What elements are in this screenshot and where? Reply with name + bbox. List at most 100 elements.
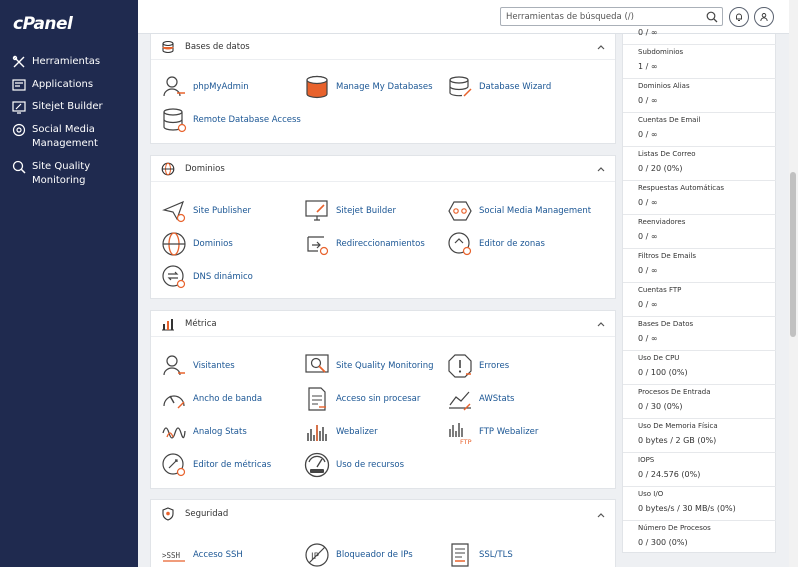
chevron-up-icon[interactable] xyxy=(595,319,607,329)
sidebar-item-herramientas[interactable]: Herramientas xyxy=(12,55,100,69)
stat-value: 0 bytes/s / 30 MB/s (0%) xyxy=(638,504,736,513)
item-label: Visitantes xyxy=(193,361,235,371)
item-site-quality-monitoring[interactable]: Site Quality Monitoring xyxy=(304,353,434,379)
item-resource-usage[interactable]: Uso de recursos xyxy=(304,452,404,478)
item-label: Webalizer xyxy=(336,427,378,437)
item-visitors[interactable]: Visitantes xyxy=(161,353,235,379)
sidebar-item-label: Applications xyxy=(32,79,94,90)
item-remote-db[interactable]: Remote Database Access xyxy=(161,107,301,133)
stat-value: 0 / ∞ xyxy=(638,266,658,275)
item-label: FTP Webalizer xyxy=(479,427,539,437)
item-label: Database Wizard xyxy=(479,82,552,92)
sidebar-item-label: Social Media Management xyxy=(32,124,98,149)
stat-value: 0 / ∞ xyxy=(638,198,658,207)
stat-label: Número De Procesos xyxy=(638,524,711,532)
quality-icon xyxy=(12,160,26,174)
chevron-up-icon[interactable] xyxy=(595,510,607,520)
sidebar-item-applications[interactable]: Applications xyxy=(12,78,93,92)
chevron-up-icon[interactable] xyxy=(595,42,607,52)
stat-row: Bases De Datos 0 / ∞ xyxy=(623,317,776,351)
item-site-publisher[interactable]: Site Publisher xyxy=(161,198,251,224)
item-raw-access[interactable]: Acceso sin procesar xyxy=(304,386,420,412)
stat-label: Listas De Correo xyxy=(638,150,696,158)
stat-value: 0 / ∞ xyxy=(638,28,658,37)
section-title: Métrica xyxy=(185,318,217,329)
stat-row: Uso De CPU 0 / 100 (0%) xyxy=(623,351,776,385)
stat-row: Subdominios 1 / ∞ xyxy=(623,45,776,79)
item-errors[interactable]: Errores xyxy=(447,353,509,379)
item-metrics-editor[interactable]: Editor de métricas xyxy=(161,452,271,478)
phpmyadmin-icon xyxy=(163,76,185,97)
item-sitejet-builder[interactable]: Sitejet Builder xyxy=(304,198,396,224)
chevron-up-icon[interactable] xyxy=(595,164,607,174)
item-redirects[interactable]: Redireccionamientos xyxy=(304,231,425,257)
apps-icon xyxy=(12,79,26,91)
section-databases: Bases de datos phpMyAdmin Manage My Data… xyxy=(150,34,616,144)
stat-label: Bases De Datos xyxy=(638,320,694,328)
domains-icon xyxy=(162,232,186,256)
item-zone-editor[interactable]: Editor de zonas xyxy=(447,231,545,257)
item-label: AWStats xyxy=(479,394,515,404)
item-ssl-tls[interactable]: SSL/TLS xyxy=(447,542,513,567)
site-publisher-icon xyxy=(162,200,186,223)
svg-text:FTP: FTP xyxy=(460,438,472,445)
stat-label: Filtros De Emails xyxy=(638,252,697,260)
stat-value: 0 / ∞ xyxy=(638,130,658,139)
item-dominios[interactable]: Dominios xyxy=(161,231,233,257)
item-bandwidth[interactable]: Ancho de banda xyxy=(161,386,262,412)
errors-icon xyxy=(448,354,472,378)
section-header[interactable]: Seguridad xyxy=(151,500,615,528)
social-icon xyxy=(12,123,26,137)
scrollbar-thumb[interactable] xyxy=(790,172,796,337)
item-webalizer[interactable]: Webalizer xyxy=(304,419,378,445)
item-label: Manage My Databases xyxy=(336,82,433,92)
statistics-panel: 0 / ∞ Subdominios 1 / ∞ Dominios Alias 0… xyxy=(622,28,776,553)
stat-label: Subdominios xyxy=(638,48,684,56)
item-label: Site Quality Monitoring xyxy=(336,361,434,371)
cpanel-logo[interactable]: cPanel xyxy=(13,14,73,34)
item-ssh-access[interactable]: >SSH Acceso SSH xyxy=(161,542,243,567)
section-header[interactable]: Bases de datos xyxy=(151,34,615,60)
item-label: Analog Stats xyxy=(193,427,247,437)
item-label: Editor de zonas xyxy=(479,239,545,249)
section-header[interactable]: Métrica xyxy=(151,311,615,337)
section-title: Bases de datos xyxy=(185,41,250,52)
awstats-icon xyxy=(449,391,471,411)
item-awstats[interactable]: AWStats xyxy=(447,386,514,412)
item-ftp-webalizer[interactable]: FTP FTP Webalizer xyxy=(447,419,538,445)
sitejet-icon xyxy=(12,101,26,114)
sidebar-item-site-quality[interactable]: Site Quality Monitoring xyxy=(12,160,112,188)
stat-value: 1 / ∞ xyxy=(638,62,658,71)
stat-label: Cuentas De Email xyxy=(638,116,701,124)
item-social-media[interactable]: Social Media Management xyxy=(447,198,591,224)
db-wizard-icon xyxy=(449,76,472,97)
stat-value: 0 bytes / 2 GB (0%) xyxy=(638,436,717,445)
stat-label: Cuentas FTP xyxy=(638,286,682,294)
zone-editor-icon xyxy=(448,232,472,256)
shield-icon xyxy=(162,507,174,521)
item-label: SSL/TLS xyxy=(479,550,513,560)
sidebar-item-social-media[interactable]: Social Media Management xyxy=(12,123,122,151)
item-label: Editor de métricas xyxy=(193,460,272,470)
item-database-wizard[interactable]: Database Wizard xyxy=(447,74,551,100)
sidebar: cPanel Herramientas Applications Sitejet… xyxy=(0,0,138,567)
item-manage-databases[interactable]: Manage My Databases xyxy=(304,74,433,100)
ip-blocker-icon: IP xyxy=(305,543,329,567)
item-label: Sitejet Builder xyxy=(336,206,397,216)
stat-row: Procesos De Entrada 0 / 30 (0%) xyxy=(623,385,776,419)
stat-label: Uso I/O xyxy=(638,490,664,498)
stat-label: Uso De Memoria Física xyxy=(638,422,718,430)
scrollbar[interactable] xyxy=(789,0,798,567)
section-domains: Dominios Site Publisher Sitejet Builder … xyxy=(150,155,616,299)
item-label: Acceso sin procesar xyxy=(336,394,421,404)
sidebar-item-sitejet[interactable]: Sitejet Builder xyxy=(12,100,103,114)
dynamic-dns-icon xyxy=(162,265,186,289)
stat-row: Cuentas FTP 0 / ∞ xyxy=(623,283,776,317)
section-header[interactable]: Dominios xyxy=(151,156,615,182)
item-ip-blocker[interactable]: IP Bloqueador de IPs xyxy=(304,542,413,567)
item-analog-stats[interactable]: Analog Stats xyxy=(161,419,247,445)
item-phpmyadmin[interactable]: phpMyAdmin xyxy=(161,74,249,100)
stat-value: 0 / ∞ xyxy=(638,96,658,105)
stat-row: Uso I/O 0 bytes/s / 30 MB/s (0%) xyxy=(623,487,776,521)
item-dynamic-dns[interactable]: DNS dinámico xyxy=(161,264,253,290)
